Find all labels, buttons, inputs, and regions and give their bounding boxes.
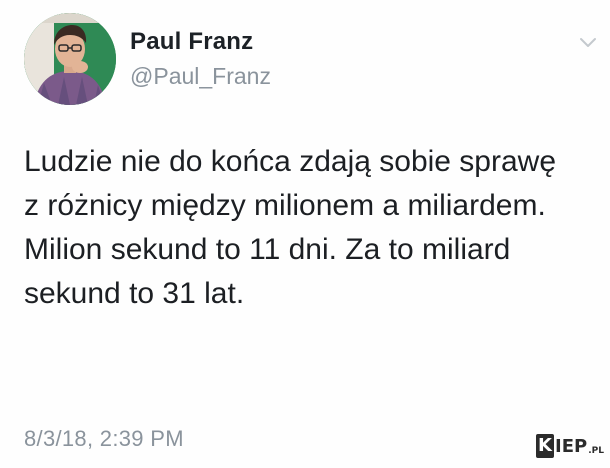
- tweet-timestamp[interactable]: 8/3/18, 2:39 PM: [24, 426, 184, 452]
- tweet-text: Ludzie nie do końca zdają sobie sprawę z…: [24, 140, 594, 316]
- chevron-down-icon[interactable]: [579, 36, 597, 48]
- watermark-logo: K IEP .PL: [536, 433, 604, 459]
- profile-photo-icon: [24, 13, 116, 105]
- tweet-text-line: z różnicy między milionem a miliardem.: [24, 189, 546, 222]
- watermark-k: K: [536, 434, 554, 458]
- tweet-card: Paul Franz @Paul_Franz Ludzie nie do koń…: [0, 0, 610, 468]
- author-display-name[interactable]: Paul Franz: [130, 28, 253, 56]
- author-handle[interactable]: @Paul_Franz: [130, 63, 271, 90]
- tweet-text-line: sekund to 31 lat.: [24, 277, 245, 310]
- avatar[interactable]: [24, 13, 116, 105]
- tweet-text-line: Milion sekund to 11 dni. Za to miliard: [24, 233, 511, 266]
- watermark-text: IEP: [555, 435, 588, 457]
- tweet-text-line: Ludzie nie do końca zdają sobie sprawę: [24, 145, 557, 178]
- watermark-tld: .PL: [588, 446, 604, 456]
